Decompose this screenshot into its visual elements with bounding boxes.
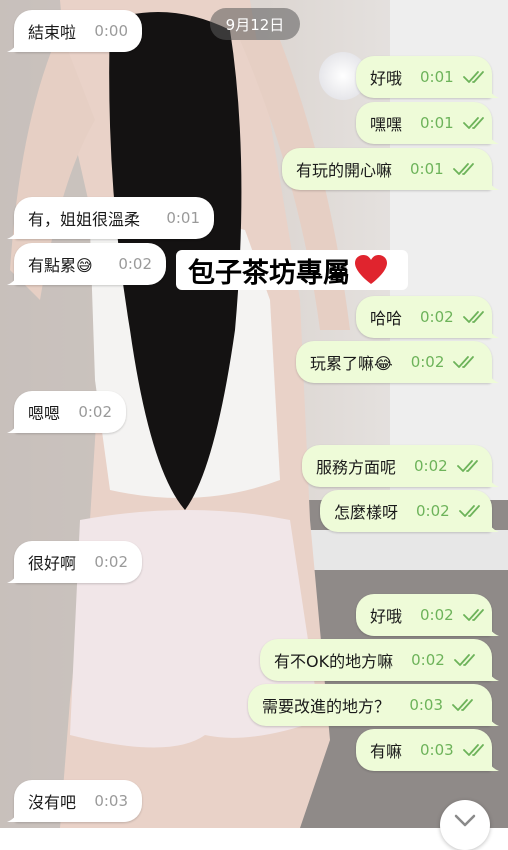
- incoming-message-bubble[interactable]: 嗯嗯 0:02: [7, 391, 126, 433]
- message-text: 嘿嘿: [370, 115, 403, 134]
- message-time: 0:02: [410, 353, 445, 371]
- message-time: 0:01: [166, 209, 200, 227]
- message-time: 0:02: [416, 502, 450, 520]
- outgoing-message-bubble[interactable]: 嘿嘿 0:01: [356, 102, 499, 144]
- outgoing-message-bubble[interactable]: 有嘛 0:03: [356, 729, 499, 771]
- bubble-tail: [7, 273, 19, 285]
- red-heart-icon: [355, 255, 387, 284]
- chevron-down-icon: [454, 814, 476, 827]
- message-time: 0:02: [118, 255, 152, 273]
- read-receipt-icon: [452, 162, 479, 176]
- bubble-tail: [487, 178, 499, 190]
- date-divider: 9月12日: [210, 8, 300, 40]
- read-receipt-icon: [462, 743, 489, 757]
- outgoing-message-bubble[interactable]: 玩累了嘛😂 0:02: [296, 341, 499, 383]
- incoming-message-bubble[interactable]: 有，姐姐很溫柔 0:01: [7, 197, 214, 239]
- bubble-tail: [487, 520, 499, 532]
- message-text: 哈哈: [370, 309, 403, 328]
- incoming-message-bubble[interactable]: 結束啦 0:00: [7, 10, 142, 52]
- message-text: 有，姐姐很溫柔: [28, 210, 141, 229]
- message-text: 嗯嗯: [28, 404, 61, 423]
- outgoing-message-bubble[interactable]: 需要改進的地方？ 0:03: [248, 684, 499, 726]
- outgoing-message-bubble[interactable]: 有不OK的地方嘛 0:02: [260, 639, 499, 681]
- outgoing-message-bubble[interactable]: 服務方面呢 0:02: [302, 445, 499, 487]
- bubble-tail: [487, 475, 499, 487]
- incoming-message-bubble[interactable]: 很好啊 0:02: [7, 541, 142, 583]
- message-text: 有嘛: [370, 742, 403, 761]
- bubble-tail: [7, 571, 19, 583]
- message-time: 0:02: [411, 651, 445, 669]
- bubble-tail: [7, 810, 19, 822]
- outgoing-message-bubble[interactable]: 怎麼樣呀 0:02: [320, 490, 499, 532]
- message-text: 怎麼樣呀: [334, 503, 399, 522]
- read-receipt-icon: [462, 608, 489, 622]
- message-time: 0:01: [410, 160, 444, 178]
- incoming-message-bubble[interactable]: 沒有吧 0:03: [7, 780, 142, 822]
- message-text: 服務方面呢: [316, 458, 397, 477]
- message-text: 需要改進的地方？: [262, 697, 391, 716]
- message-time: 0:03: [94, 792, 128, 810]
- read-receipt-icon: [462, 310, 489, 324]
- read-receipt-icon: [462, 116, 489, 130]
- outgoing-message-bubble[interactable]: 好哦 0:02: [356, 594, 499, 636]
- message-text: 很好啊: [28, 554, 77, 573]
- read-receipt-icon: [452, 698, 478, 712]
- scroll-to-bottom-button[interactable]: [440, 800, 490, 850]
- read-receipt-icon: [453, 355, 479, 369]
- message-text: 結束啦: [28, 23, 77, 42]
- message-time: 0:02: [420, 308, 454, 326]
- message-time: 0:03: [420, 741, 454, 759]
- message-time: 0:01: [420, 114, 454, 132]
- read-receipt-icon: [456, 459, 483, 473]
- watermark-text: 包子茶坊專屬: [188, 257, 350, 289]
- bubble-tail: [487, 714, 499, 726]
- message-text: 好哦: [370, 69, 403, 88]
- message-time: 0:00: [94, 22, 128, 40]
- bubble-tail: [7, 40, 19, 52]
- read-receipt-icon: [453, 653, 480, 667]
- read-receipt-icon: [458, 504, 485, 518]
- message-text: 有玩的開心嘛: [296, 161, 393, 180]
- bubble-tail: [487, 669, 499, 681]
- message-time: 0:02: [94, 553, 128, 571]
- message-text: 沒有吧: [28, 793, 77, 812]
- message-time: 0:02: [414, 457, 448, 475]
- bubble-tail: [7, 227, 19, 239]
- message-time: 0:03: [409, 696, 443, 714]
- message-text: 有點累😅: [28, 256, 93, 275]
- bubble-tail: [487, 132, 499, 144]
- message-text: 玩累了嘛😂: [310, 354, 393, 373]
- outgoing-message-bubble[interactable]: 好哦 0:01: [356, 56, 499, 98]
- message-time: 0:01: [420, 68, 454, 86]
- message-time: 0:02: [78, 403, 112, 421]
- bubble-tail: [487, 624, 499, 636]
- bubble-tail: [487, 326, 499, 338]
- outgoing-message-bubble[interactable]: 哈哈 0:02: [356, 296, 499, 338]
- watermark-overlay: 包子茶坊專屬: [176, 250, 408, 290]
- message-time: 0:02: [420, 606, 454, 624]
- bubble-tail: [487, 371, 499, 383]
- bubble-tail: [7, 421, 19, 433]
- message-text: 好哦: [370, 607, 403, 626]
- bubble-tail: [487, 759, 499, 771]
- outgoing-message-bubble[interactable]: 有玩的開心嘛 0:01: [282, 148, 499, 190]
- message-text: 有不OK的地方嘛: [274, 652, 394, 671]
- read-receipt-icon: [462, 70, 489, 84]
- incoming-message-bubble[interactable]: 有點累😅 0:02: [7, 243, 166, 285]
- bubble-tail: [487, 86, 499, 98]
